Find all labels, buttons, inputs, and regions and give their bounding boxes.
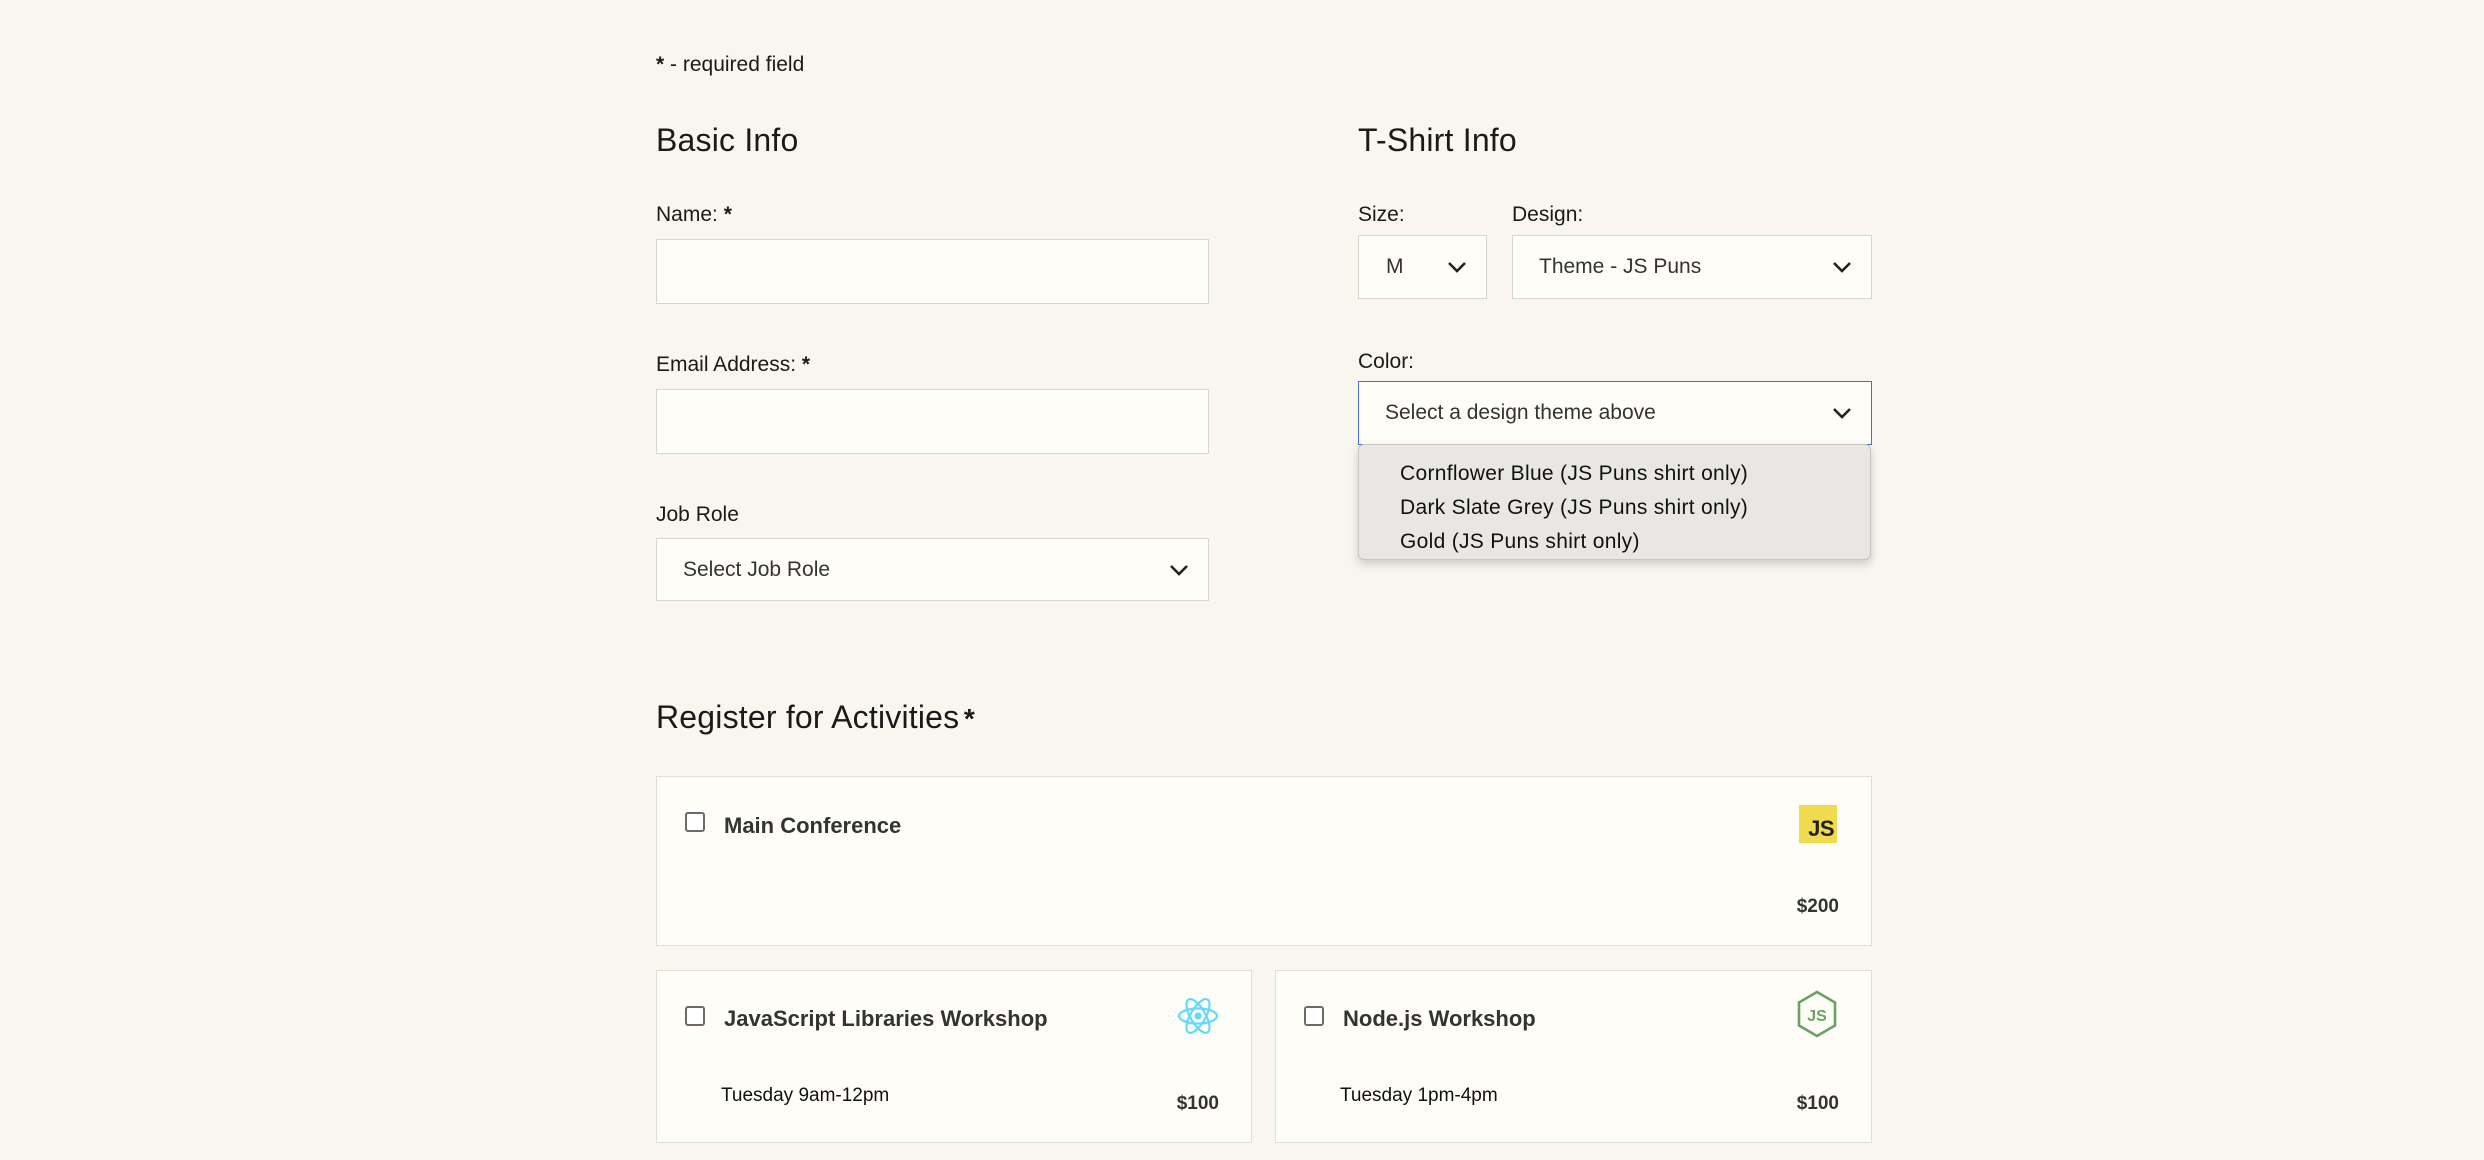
size-select[interactable]: M (1358, 235, 1487, 299)
color-option[interactable]: Gold (JS Puns shirt only) (1359, 525, 1870, 559)
name-label: Name: * (656, 203, 732, 227)
required-star: * (801, 353, 811, 376)
required-star: * (656, 53, 665, 76)
required-star: * (963, 703, 975, 734)
svg-text:JS: JS (1807, 1008, 1827, 1025)
name-input[interactable] (656, 239, 1209, 304)
name-label-text: Name: (656, 203, 718, 226)
color-select[interactable]: Select a design theme above (1358, 381, 1872, 445)
required-field-note: * - required field (656, 53, 804, 77)
tshirt-info-heading: T-Shirt Info (1358, 122, 1517, 158)
email-label-text: Email Address: (656, 353, 797, 376)
color-dropdown-menu: Cornflower Blue (JS Puns shirt only) Dar… (1358, 444, 1871, 560)
job-role-label: Job Role (656, 503, 739, 526)
email-input[interactable] (656, 389, 1209, 454)
required-note-text: - required field (664, 53, 805, 76)
color-option[interactable]: Dark Slate Grey (JS Puns shirt only) (1359, 491, 1870, 525)
design-label: Design: (1512, 203, 1584, 226)
size-value: M (1386, 255, 1404, 278)
design-select[interactable]: Theme - JS Puns (1512, 235, 1872, 299)
activity-card-nodejs[interactable]: Node.js Workshop JS Tuesday 1pm-4pm $100 (1275, 970, 1872, 1143)
activity-title: Node.js Workshop (1343, 1006, 1536, 1031)
chevron-down-icon (1448, 262, 1466, 273)
javascript-icon: JS (1799, 805, 1837, 843)
color-value: Select a design theme above (1385, 401, 1656, 424)
activity-price: $100 (1176, 1093, 1219, 1114)
activity-checkbox[interactable] (1304, 1006, 1324, 1026)
activity-checkbox[interactable] (685, 1006, 705, 1026)
activity-price: $200 (1796, 896, 1839, 917)
required-star: * (723, 203, 732, 226)
job-role-value: Select Job Role (683, 557, 831, 581)
react-icon (1177, 998, 1219, 1034)
activities-heading: Register for Activities * (656, 699, 975, 736)
email-label: Email Address: * (656, 353, 810, 377)
chevron-down-icon (1170, 564, 1188, 576)
chevron-down-icon (1833, 408, 1851, 419)
job-role-select[interactable]: Select Job Role (656, 538, 1209, 601)
chevron-down-icon (1833, 262, 1851, 273)
activity-time: Tuesday 1pm-4pm (1340, 1085, 1498, 1106)
activity-checkbox[interactable] (685, 812, 705, 832)
activity-title: JavaScript Libraries Workshop (724, 1006, 1048, 1031)
size-label: Size: (1358, 203, 1405, 226)
activity-card-js-libraries[interactable]: JavaScript Libraries Workshop Tuesday 9a… (656, 970, 1252, 1143)
activity-title: Main Conference (724, 813, 902, 838)
color-option[interactable]: Cornflower Blue (JS Puns shirt only) (1359, 457, 1870, 491)
activities-heading-text: Register for Activities (656, 699, 960, 735)
design-value: Theme - JS Puns (1539, 255, 1702, 278)
basic-info-heading: Basic Info (656, 122, 799, 158)
activity-time: Tuesday 9am-12pm (721, 1085, 890, 1106)
nodejs-icon: JS (1797, 990, 1837, 1038)
color-label: Color: (1358, 350, 1415, 373)
activity-card-main-conference[interactable]: Main Conference JS $200 (656, 776, 1872, 946)
activity-price: $100 (1796, 1093, 1839, 1114)
